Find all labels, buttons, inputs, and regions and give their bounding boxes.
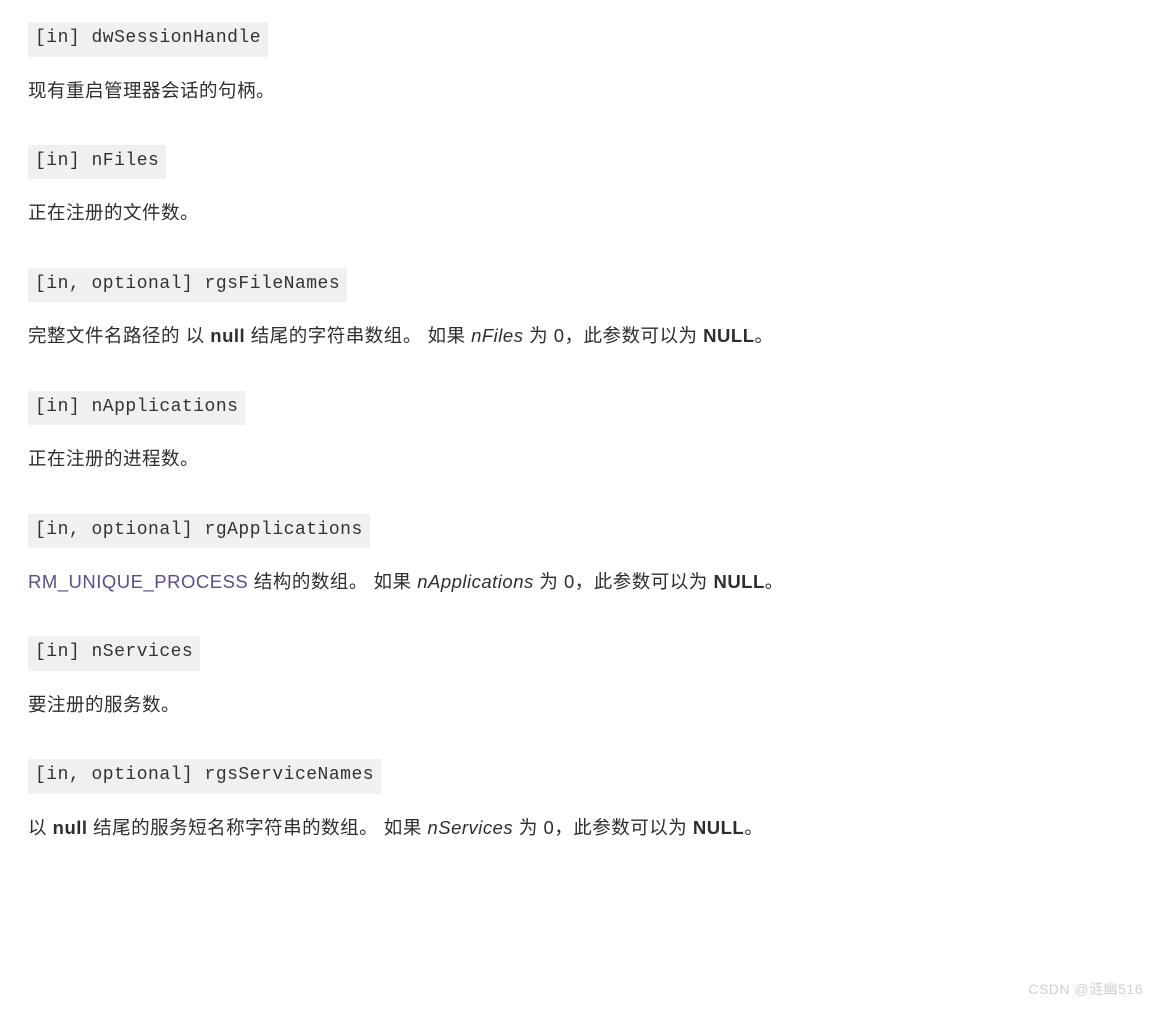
parameter-list: [in] dwSessionHandle 现有重启管理器会话的句柄。 [in] nF… — [28, 20, 1129, 844]
watermark-text: CSDN @涟幽516 — [1028, 977, 1143, 1002]
desc-text: 现有重启管理器会话的句柄。 — [28, 80, 275, 101]
desc-bold: null — [210, 325, 245, 346]
desc-bold: null — [53, 817, 88, 838]
param-head: [in, optional] rgsFileNames — [28, 268, 347, 303]
desc-text: 结尾的字符串数组。 如果 — [245, 325, 471, 346]
desc-plink: RM_UNIQUE_PROCESS — [28, 571, 248, 592]
param-head: [in] nServices — [28, 636, 200, 671]
desc-text: 正在注册的进程数。 — [28, 448, 199, 469]
param-head: [in] dwSessionHandle — [28, 22, 268, 57]
desc-text: 要注册的服务数。 — [28, 694, 180, 715]
desc-italic: nServices — [427, 817, 513, 838]
param-description: 正在注册的文件数。 — [28, 197, 848, 229]
desc-bold: NULL — [713, 571, 764, 592]
desc-text: 以 — [28, 817, 53, 838]
desc-text: 。 — [755, 325, 774, 346]
desc-text: 为 0，此参数可以为 — [523, 325, 703, 346]
desc-text: 。 — [765, 571, 784, 592]
param-description: 以 null 结尾的服务短名称字符串的数组。 如果 nServices 为 0，… — [28, 812, 848, 844]
desc-text: 为 0，此参数可以为 — [534, 571, 714, 592]
desc-text: 。 — [744, 817, 763, 838]
param-head: [in, optional] rgApplications — [28, 514, 370, 549]
desc-italic: nApplications — [417, 571, 534, 592]
desc-italic: nFiles — [471, 325, 523, 346]
desc-text: 结尾的服务短名称字符串的数组。 如果 — [88, 817, 428, 838]
desc-bold: NULL — [693, 817, 744, 838]
desc-text: 正在注册的文件数。 — [28, 202, 199, 223]
param-description: 完整文件名路径的 以 null 结尾的字符串数组。 如果 nFiles 为 0，… — [28, 320, 848, 352]
param-description: 现有重启管理器会话的句柄。 — [28, 75, 848, 107]
param-head: [in] nApplications — [28, 391, 245, 426]
desc-text: 为 0，此参数可以为 — [513, 817, 693, 838]
param-description: 要注册的服务数。 — [28, 689, 848, 721]
desc-bold: NULL — [703, 325, 754, 346]
desc-text: 完整文件名路径的 以 — [28, 325, 210, 346]
param-head: [in] nFiles — [28, 145, 166, 180]
param-head: [in, optional] rgsServiceNames — [28, 759, 381, 794]
param-description: 正在注册的进程数。 — [28, 443, 848, 475]
desc-text: 结构的数组。 如果 — [248, 571, 417, 592]
param-description: RM_UNIQUE_PROCESS 结构的数组。 如果 nApplication… — [28, 566, 848, 598]
